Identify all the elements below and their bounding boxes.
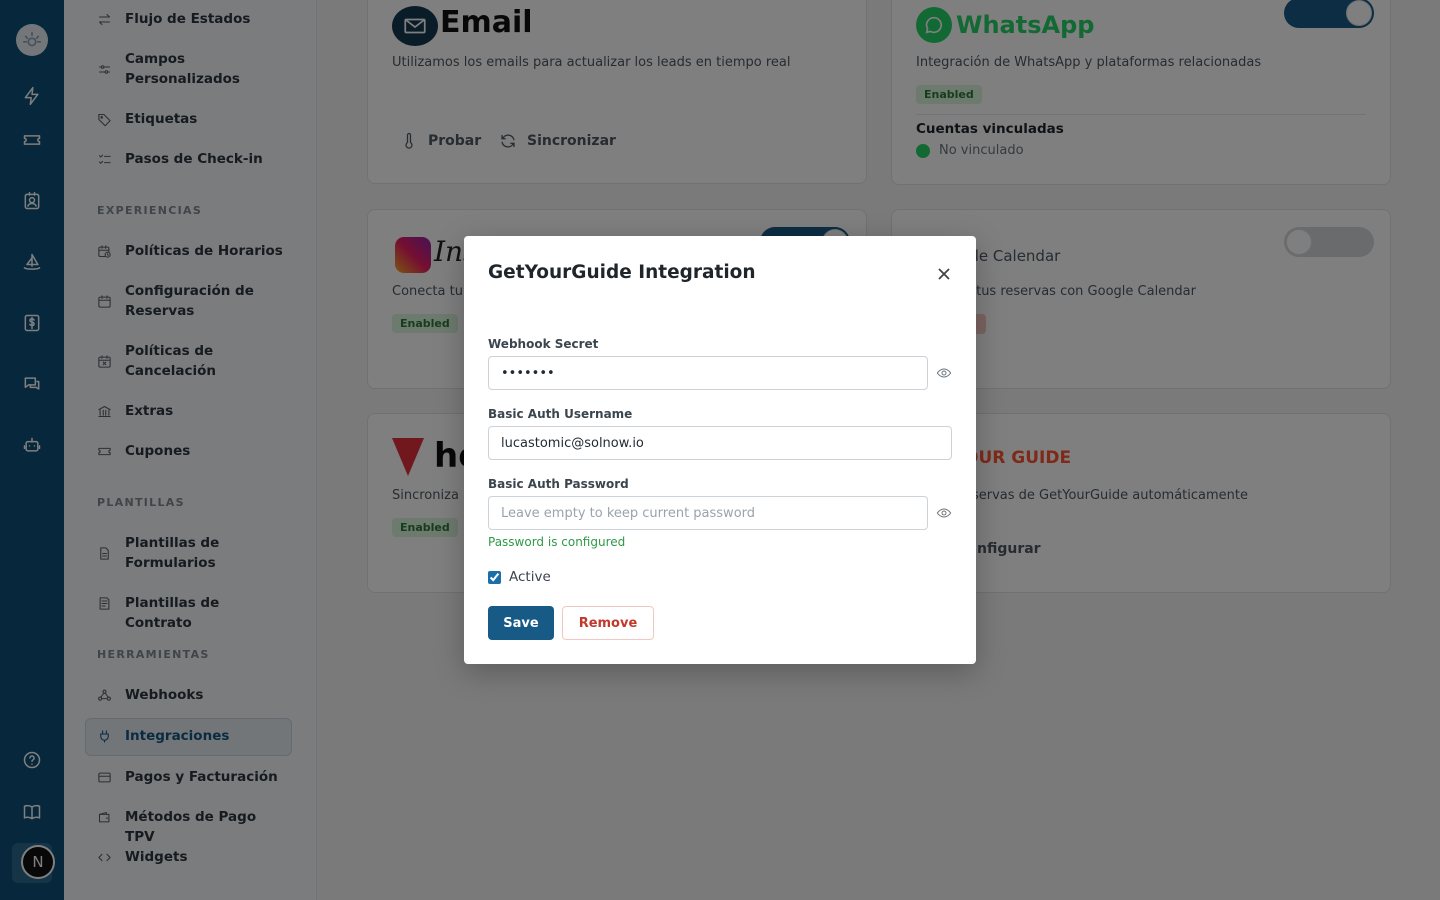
active-checkbox-row[interactable]: Active [488,569,551,585]
active-checkbox[interactable] [488,570,501,584]
eye-icon [936,508,952,518]
show-secret-toggle[interactable] [936,365,952,381]
username-input[interactable] [488,426,952,460]
save-button[interactable]: Save [488,606,554,640]
username-label: Basic Auth Username [488,407,633,421]
password-status-hint: Password is configured [488,535,626,549]
modal-title: GetYourGuide Integration [488,262,756,283]
close-button[interactable] [934,264,954,284]
eye-icon [936,368,952,378]
close-icon [938,268,950,280]
password-input[interactable] [488,496,928,530]
getyourguide-integration-modal: GetYourGuide Integration Webhook Secret … [464,236,976,664]
webhook-secret-label: Webhook Secret [488,337,599,351]
show-password-toggle[interactable] [936,505,952,521]
webhook-secret-input[interactable] [488,356,928,390]
remove-button[interactable]: Remove [562,606,654,640]
password-label: Basic Auth Password [488,477,629,491]
active-label: Active [509,569,551,585]
